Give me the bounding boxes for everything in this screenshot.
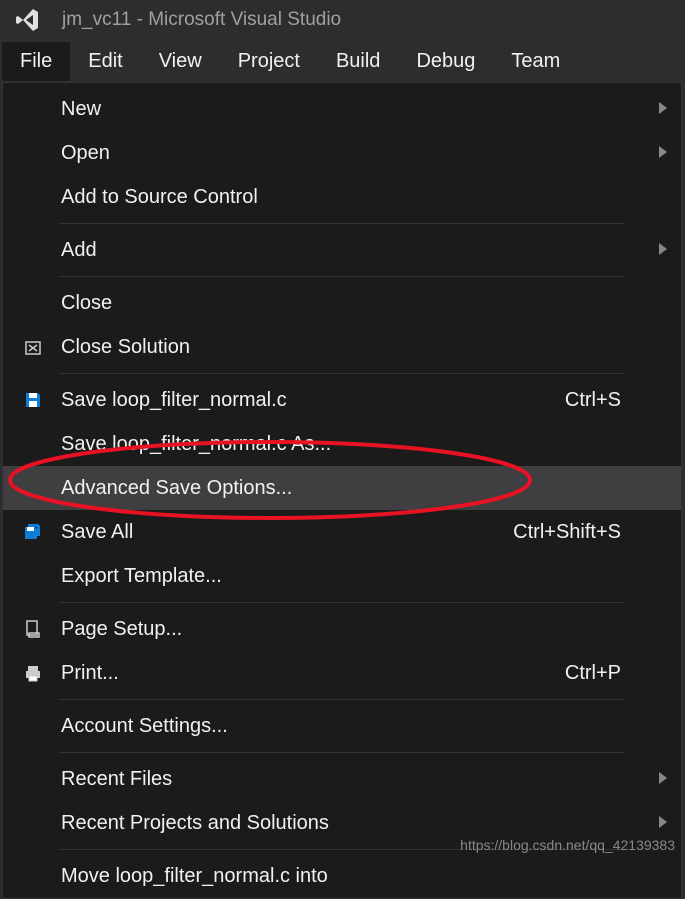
menu-file[interactable]: File xyxy=(2,42,70,81)
vs-logo-icon xyxy=(12,5,42,35)
close-solution-icon xyxy=(13,337,53,357)
menu-export-template[interactable]: Export Template... xyxy=(3,554,681,598)
save-all-icon xyxy=(13,522,53,542)
menu-new[interactable]: New xyxy=(3,87,681,131)
menu-close-solution[interactable]: Close Solution xyxy=(3,325,681,369)
window-title: jm_vc11 - Microsoft Visual Studio xyxy=(62,9,341,31)
menu-recent-files[interactable]: Recent Files xyxy=(3,757,681,801)
submenu-arrow-icon xyxy=(659,145,667,161)
submenu-arrow-icon xyxy=(659,771,667,787)
menu-add[interactable]: Add xyxy=(3,228,681,272)
separator xyxy=(59,373,625,374)
separator xyxy=(59,276,625,277)
file-dropdown: New Open Add to Source Control Add Close… xyxy=(2,82,682,899)
menu-open[interactable]: Open xyxy=(3,131,681,175)
menu-debug[interactable]: Debug xyxy=(398,42,493,81)
menu-view[interactable]: View xyxy=(141,42,220,81)
submenu-arrow-icon xyxy=(659,101,667,117)
menu-account-settings[interactable]: Account Settings... xyxy=(3,704,681,748)
menu-page-setup[interactable]: Page Setup... xyxy=(3,607,681,651)
submenu-arrow-icon xyxy=(659,242,667,258)
separator xyxy=(59,699,625,700)
menu-build[interactable]: Build xyxy=(318,42,398,81)
menu-print[interactable]: Print... Ctrl+P xyxy=(3,651,681,695)
menu-advanced-save[interactable]: Advanced Save Options... xyxy=(3,466,681,510)
menu-project[interactable]: Project xyxy=(220,42,318,81)
menu-save-all[interactable]: Save All Ctrl+Shift+S xyxy=(3,510,681,554)
submenu-arrow-icon xyxy=(659,815,667,831)
menu-move-into[interactable]: Move loop_filter_normal.c into xyxy=(3,854,681,898)
menubar: File Edit View Project Build Debug Team xyxy=(0,40,685,82)
menu-add-source-control[interactable]: Add to Source Control xyxy=(3,175,681,219)
menu-team[interactable]: Team xyxy=(493,42,578,81)
page-setup-icon xyxy=(13,619,53,639)
menu-close[interactable]: Close xyxy=(3,281,681,325)
print-icon xyxy=(13,663,53,683)
menu-save[interactable]: Save loop_filter_normal.c Ctrl+S xyxy=(3,378,681,422)
separator xyxy=(59,223,625,224)
menu-save-as[interactable]: Save loop_filter_normal.c As... xyxy=(3,422,681,466)
separator xyxy=(59,752,625,753)
save-icon xyxy=(13,390,53,410)
menu-edit[interactable]: Edit xyxy=(70,42,140,81)
titlebar: jm_vc11 - Microsoft Visual Studio xyxy=(0,0,685,40)
separator xyxy=(59,602,625,603)
watermark: https://blog.csdn.net/qq_42139383 xyxy=(460,837,675,853)
